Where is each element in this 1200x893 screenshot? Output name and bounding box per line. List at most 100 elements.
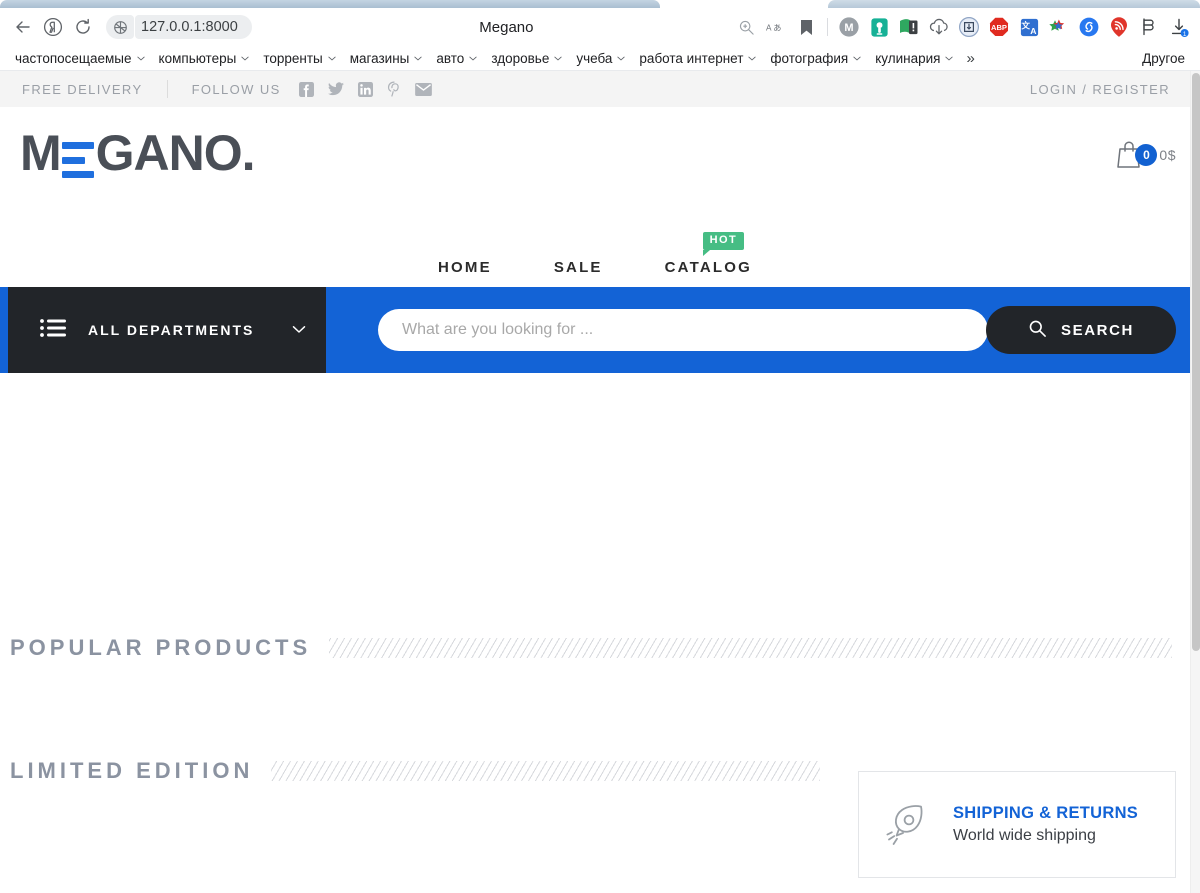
tab-strip bbox=[0, 0, 1200, 8]
page-viewport: FREE DELIVERY FOLLOW US LOGIN / REGISTER… bbox=[0, 70, 1200, 893]
toolbar-divider bbox=[827, 18, 828, 36]
follow-us-label: FOLLOW US bbox=[191, 81, 281, 97]
browser-tab[interactable] bbox=[828, 0, 1200, 8]
nav-item-catalog[interactable]: CATALOG HOT bbox=[664, 232, 752, 276]
nav-item-catalog-label: CATALOG bbox=[664, 259, 752, 276]
megano-logo[interactable]: M GANO . bbox=[20, 123, 256, 181]
colorful-star-extension-icon[interactable] bbox=[1044, 12, 1074, 42]
translate-icon[interactable]: A あ bbox=[761, 12, 791, 42]
utility-divider bbox=[166, 80, 168, 98]
bookmark-label: торренты bbox=[263, 50, 323, 66]
back-arrow-icon[interactable] bbox=[8, 12, 38, 42]
info-card-subtitle: World wide shipping bbox=[953, 827, 1096, 844]
zoom-icon[interactable] bbox=[731, 12, 761, 42]
metrica-extension-icon[interactable]: M bbox=[834, 12, 864, 42]
logo-text-m: M bbox=[20, 125, 62, 181]
bookmark-item[interactable]: авто bbox=[429, 49, 484, 68]
svg-text:M: M bbox=[844, 22, 853, 34]
rocket-icon bbox=[879, 801, 931, 849]
email-icon[interactable] bbox=[414, 82, 432, 96]
chevron-down-icon bbox=[554, 56, 562, 60]
svg-text:あ: あ bbox=[773, 24, 781, 33]
bookmark-item[interactable]: компьютеры bbox=[152, 49, 257, 68]
bookmark-item-other[interactable]: Другое bbox=[1142, 51, 1190, 66]
password-manager-extension-icon[interactable] bbox=[864, 12, 894, 42]
svg-text:A: A bbox=[766, 24, 772, 33]
bookmark-item[interactable]: магазины bbox=[343, 49, 430, 68]
address-bar[interactable]: 127.0.0.1:8000 bbox=[135, 15, 252, 39]
rss-extension-icon[interactable] bbox=[1104, 12, 1134, 42]
megano-page: FREE DELIVERY FOLLOW US LOGIN / REGISTER… bbox=[0, 71, 1190, 893]
chevron-down-icon bbox=[136, 56, 145, 60]
reader-extension-icon[interactable] bbox=[954, 12, 984, 42]
nav-item-sale[interactable]: SALE bbox=[554, 259, 603, 276]
search-button[interactable]: SEARCH bbox=[986, 306, 1176, 354]
adblock-plus-extension-icon[interactable]: ABP bbox=[984, 12, 1014, 42]
bookmark-item[interactable]: здоровье bbox=[484, 49, 569, 68]
site-protection-icon[interactable] bbox=[106, 15, 134, 39]
pinterest-icon[interactable] bbox=[387, 81, 401, 97]
svg-text:文: 文 bbox=[1021, 19, 1030, 30]
chevron-down-icon bbox=[469, 56, 477, 60]
yandex-profile-icon[interactable] bbox=[38, 12, 68, 42]
linkedin-icon[interactable] bbox=[357, 81, 373, 97]
page-scrollbar[interactable] bbox=[1190, 71, 1200, 893]
list-bullets-icon bbox=[40, 318, 66, 343]
bookmark-label: фотография bbox=[770, 50, 849, 66]
bookmark-icon[interactable] bbox=[791, 12, 821, 42]
section-title: LIMITED EDITION bbox=[10, 758, 254, 783]
bookmark-item[interactable]: фотография bbox=[763, 49, 868, 68]
shazam-extension-icon[interactable] bbox=[1074, 12, 1104, 42]
page-scrollbar-thumb[interactable] bbox=[1192, 73, 1200, 651]
address-text: 127.0.0.1:8000 bbox=[141, 19, 238, 35]
search-button-label: SEARCH bbox=[1061, 321, 1134, 339]
chevron-down-icon bbox=[414, 56, 423, 60]
bookmark-item[interactable]: частопосещаемые bbox=[8, 49, 152, 68]
browser-toolbar: 127.0.0.1:8000 Megano A あ M ABP 文 A 1 bbox=[0, 8, 1200, 46]
page-title: Megano bbox=[479, 18, 534, 36]
bookmark-item[interactable]: торренты bbox=[256, 49, 342, 68]
site-header: M GANO . 0 0$ bbox=[0, 107, 1190, 227]
bookmark-label: магазины bbox=[349, 50, 410, 66]
info-card-shipping-returns[interactable]: SHIPPING & RETURNS World wide shipping bbox=[858, 771, 1176, 878]
browser-tab[interactable] bbox=[0, 0, 660, 8]
chevron-down-icon bbox=[328, 56, 336, 60]
bookmark-label: частопосещаемые bbox=[15, 50, 132, 66]
shopping-bag-icon[interactable]: 0 bbox=[1115, 139, 1158, 171]
bookmark-label: Другое bbox=[1142, 50, 1185, 66]
logo-text-gano: GANO bbox=[95, 125, 243, 181]
nav-item-home[interactable]: HOME bbox=[438, 259, 492, 276]
bookmark-item[interactable]: учеба bbox=[569, 49, 632, 68]
section-heading-limited-edition: LIMITED EDITION bbox=[0, 758, 820, 784]
hatch-divider bbox=[329, 638, 1172, 658]
bookmark-label: работа интернет bbox=[639, 50, 744, 66]
search-icon bbox=[1028, 319, 1047, 342]
downloads-icon[interactable]: 1 bbox=[1164, 12, 1194, 42]
cloud-download-extension-icon[interactable] bbox=[924, 12, 954, 42]
bookmark-label: компьютеры bbox=[158, 50, 237, 66]
logo-letter-e-bars bbox=[61, 142, 94, 178]
twitter-icon[interactable] bbox=[327, 82, 344, 96]
bookmark-label: здоровье bbox=[491, 50, 550, 66]
cart-total-amount: 0$ bbox=[1159, 147, 1176, 163]
reload-icon[interactable] bbox=[68, 12, 98, 42]
social-links bbox=[298, 81, 432, 97]
translator-extension-icon[interactable]: 文 A bbox=[1014, 12, 1044, 42]
search-input[interactable] bbox=[378, 309, 988, 351]
all-departments-dropdown[interactable]: ALL DEPARTMENTS bbox=[8, 287, 326, 373]
chevron-down-icon bbox=[748, 56, 757, 60]
logo-dot: . bbox=[241, 125, 256, 181]
facebook-icon[interactable] bbox=[298, 81, 314, 97]
collections-icon[interactable] bbox=[1134, 12, 1164, 42]
login-register-link[interactable]: LOGIN / REGISTER bbox=[1030, 82, 1176, 97]
cart-widget[interactable]: 0 0$ bbox=[1115, 139, 1176, 171]
bookmarks-overflow-button[interactable]: » bbox=[960, 48, 980, 69]
chevron-down-icon bbox=[617, 56, 626, 60]
bookmark-item[interactable]: кулинария bbox=[868, 49, 960, 68]
info-card-title: SHIPPING & RETURNS bbox=[953, 804, 1139, 822]
hot-badge: HOT bbox=[702, 232, 745, 256]
bookmark-item[interactable]: работа интернет bbox=[632, 49, 763, 68]
utility-bar: FREE DELIVERY FOLLOW US LOGIN / REGISTER bbox=[0, 71, 1190, 107]
svg-text:A: A bbox=[1030, 26, 1036, 36]
notes-extension-icon[interactable] bbox=[894, 12, 924, 42]
